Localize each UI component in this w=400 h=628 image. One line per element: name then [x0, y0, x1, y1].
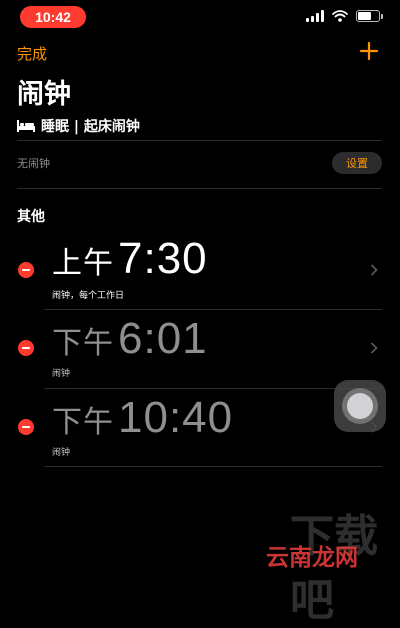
divider	[17, 140, 382, 141]
assistive-touch-button[interactable]	[334, 380, 386, 432]
alarm-time: 上午7:30	[52, 234, 208, 284]
divider	[17, 188, 382, 189]
delete-icon[interactable]	[18, 340, 34, 356]
sleep-label: 睡眠 | 起床闹钟	[41, 119, 140, 135]
setup-button[interactable]: 设置	[332, 152, 382, 174]
alarm-clock: 6:01	[118, 314, 208, 363]
plus-icon[interactable]	[358, 40, 380, 62]
alarm-row[interactable]: 下午6:01 闹钟	[0, 310, 400, 388]
battery-icon	[356, 10, 383, 22]
alarm-row[interactable]: 上午7:30 闹钟，每个工作日	[0, 232, 400, 310]
alarm-ampm: 下午	[52, 406, 114, 439]
status-icons	[306, 10, 383, 22]
sleep-wake-row[interactable]: 睡眠 | 起床闹钟	[17, 116, 140, 136]
alarm-clock: 7:30	[118, 234, 208, 283]
chevron-right-icon	[370, 264, 378, 276]
bed-icon	[17, 120, 35, 132]
divider	[44, 466, 382, 467]
alarm-screen: 10:42 完成 闹钟 睡眠 | 起床闹钟 无闹钟 设置 其他 上午7:30 闹…	[0, 0, 400, 626]
alarm-label: 闹钟，每个工作日	[52, 291, 125, 301]
delete-icon[interactable]	[18, 419, 34, 435]
wifi-icon	[332, 10, 348, 22]
section-title-other: 其他	[17, 209, 45, 225]
status-time: 10:42	[35, 9, 71, 25]
alarm-ampm: 下午	[52, 327, 114, 360]
alarm-ampm: 上午	[52, 247, 114, 280]
alarm-time: 下午6:01	[52, 314, 208, 364]
chevron-right-icon	[370, 342, 378, 354]
watermark: 云南龙网	[266, 545, 358, 571]
no-alarm-row: 无闹钟 设置	[17, 150, 382, 176]
alarm-clock: 10:40	[118, 393, 234, 442]
alarm-label: 闹钟	[52, 448, 71, 458]
page-title: 闹钟	[17, 79, 71, 110]
status-time-pill[interactable]: 10:42	[20, 6, 86, 28]
done-button[interactable]: 完成	[17, 43, 47, 64]
alarm-label: 闹钟	[52, 369, 71, 379]
alarm-time: 下午10:40	[52, 393, 233, 443]
delete-icon[interactable]	[18, 262, 34, 278]
signal-icon	[306, 10, 324, 22]
no-alarm-text: 无闹钟	[17, 157, 50, 170]
